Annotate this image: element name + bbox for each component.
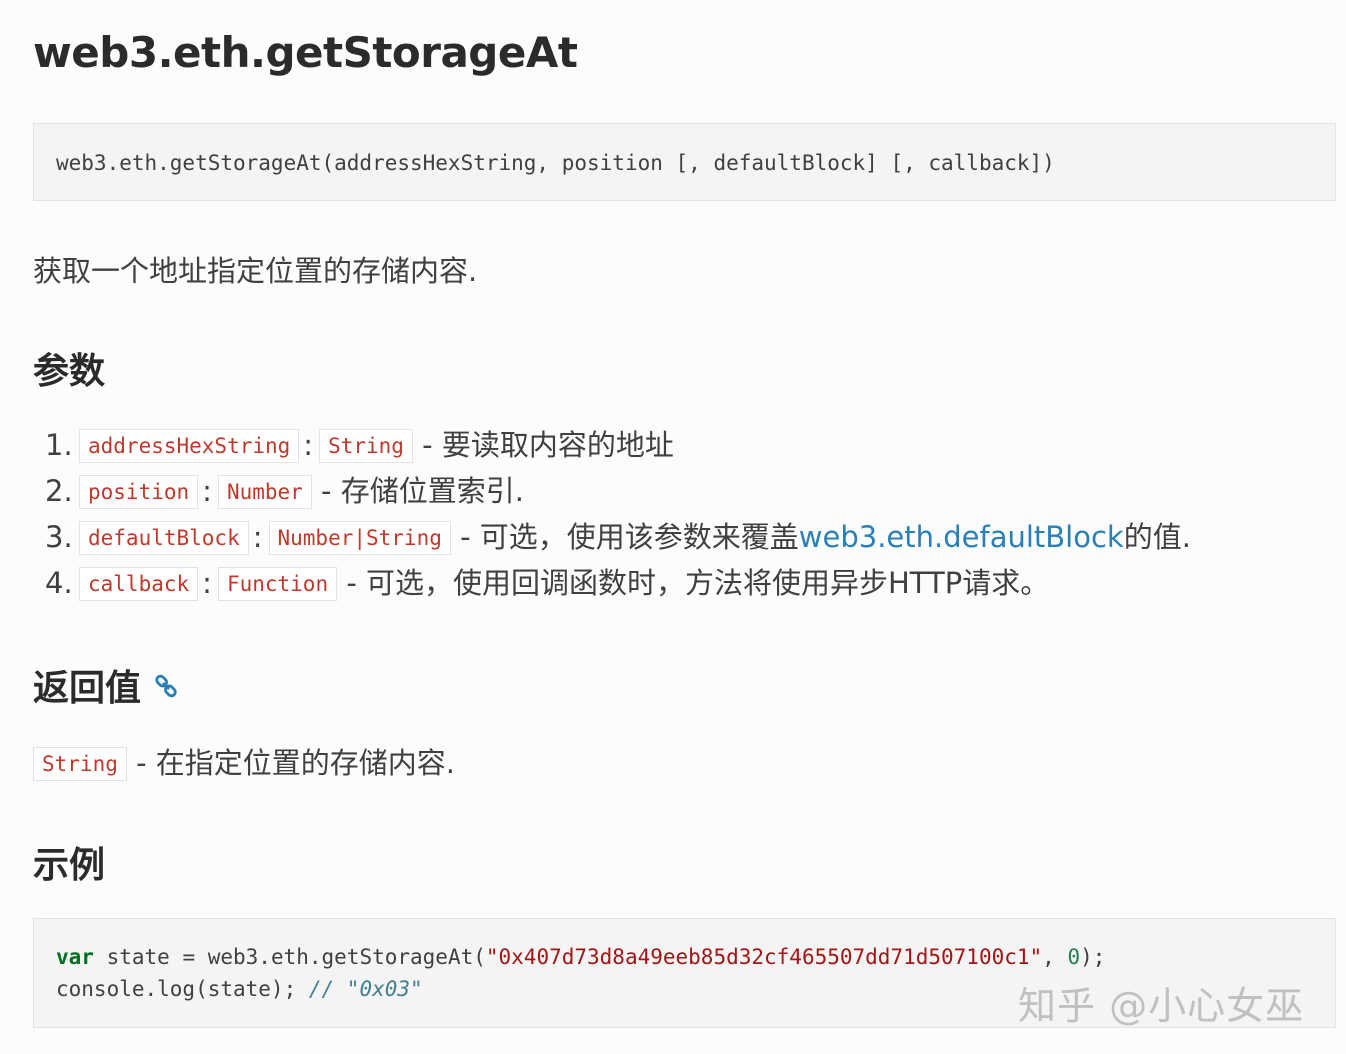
code-number: 0 <box>1067 945 1081 969</box>
param-type: Number <box>217 475 312 509</box>
signature-code-block: web3.eth.getStorageAt(addressHexString, … <box>33 123 1336 201</box>
code-text: ); <box>1080 945 1106 969</box>
param-desc: - 存储位置索引. <box>321 474 524 508</box>
code-comment: // "0x03" <box>308 977 423 1001</box>
return-type: String <box>33 747 127 781</box>
page-title: web3.eth.getStorageAt <box>33 28 578 77</box>
param-name: callback <box>79 567 199 601</box>
return-heading: 返回值 <box>33 659 179 711</box>
params-list: 1. addressHexString: String - 要读取内容的地址 2. p… <box>45 422 1191 606</box>
param-number: 3. <box>45 520 73 554</box>
code-text: , <box>1042 945 1068 969</box>
param-desc: - 可选，使用该参数来覆盖 <box>460 520 799 554</box>
code-string: "0x407d73d8a49eeb85d32cf465507dd71d50710… <box>485 945 1043 969</box>
param-desc-after: 的值. <box>1123 520 1191 554</box>
return-value: String - 在指定位置的存储内容. <box>33 740 455 782</box>
param-name: position <box>79 475 199 509</box>
default-block-link[interactable]: web3.eth.defaultBlock <box>799 520 1124 554</box>
param-type: Function <box>217 567 338 601</box>
param-name: addressHexString <box>79 429 300 463</box>
param-item: 4. callback: Function - 可选，使用回调函数时，方法将使用异步… <box>45 560 1191 606</box>
param-name: defaultBlock <box>79 521 249 555</box>
param-number: 1. <box>45 428 73 462</box>
param-item: 2. position: Number - 存储位置索引. <box>45 468 1191 514</box>
watermark: 知乎 @小心女巫 <box>1018 984 1305 1028</box>
code-keyword: var <box>56 945 94 969</box>
param-desc: - 可选，使用回调函数时，方法将使用异步HTTP请求。 <box>346 566 1050 600</box>
method-description: 获取一个地址指定位置的存储内容. <box>33 254 478 288</box>
return-heading-text: 返回值 <box>33 668 142 709</box>
link-icon[interactable] <box>153 667 179 708</box>
param-type: Number|String <box>268 521 451 555</box>
param-desc: - 要读取内容的地址 <box>422 428 674 462</box>
param-item: 1. addressHexString: String - 要读取内容的地址 <box>45 422 1191 468</box>
param-item: 3. defaultBlock: Number|String - 可选，使用该参数来… <box>45 514 1191 560</box>
return-desc: - 在指定位置的存储内容. <box>136 746 455 780</box>
param-type: String <box>319 429 413 463</box>
code-text: state = web3.eth.getStorageAt( <box>93 945 486 969</box>
param-number: 4. <box>45 566 73 600</box>
param-number: 2. <box>45 474 73 508</box>
params-heading: 参数 <box>33 351 106 392</box>
example-heading: 示例 <box>33 845 106 886</box>
code-text: console.log(state); <box>56 977 309 1001</box>
